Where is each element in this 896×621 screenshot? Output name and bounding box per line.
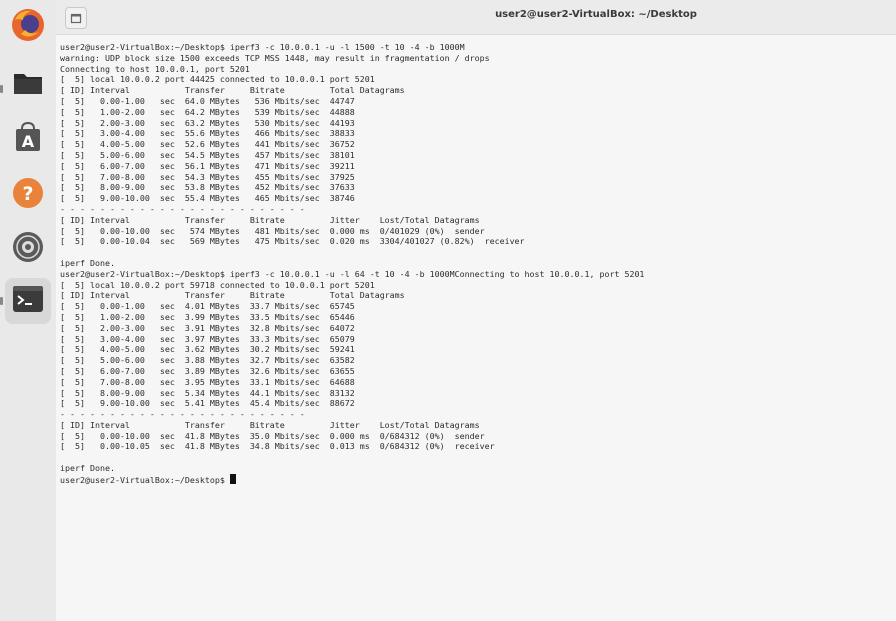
svg-text:A: A [22, 132, 35, 151]
dock-running-indicator [0, 297, 3, 305]
terminal-icon [12, 285, 44, 317]
dock-help[interactable]: ? [5, 172, 51, 218]
dock-files[interactable] [5, 62, 51, 108]
title-bar[interactable]: user2@user2-VirtualBox: ~/Desktop [56, 0, 896, 35]
new-tab-button[interactable] [65, 7, 87, 29]
disc-icon [10, 229, 46, 269]
dock-app-store[interactable]: A [5, 116, 51, 162]
dock-firefox[interactable] [5, 4, 51, 50]
new-tab-icon [70, 9, 82, 28]
help-icon: ? [10, 175, 46, 215]
firefox-icon [9, 6, 47, 48]
dock-disc[interactable] [5, 226, 51, 272]
app-store-icon: A [10, 119, 46, 159]
folder-icon [10, 65, 46, 105]
terminal-window[interactable]: user2@user2-VirtualBox: ~/Desktop user2@… [56, 0, 896, 621]
dock: A ? [0, 0, 56, 621]
dock-running-indicator [0, 85, 3, 93]
svg-text:?: ? [22, 183, 33, 205]
window-title: user2@user2-VirtualBox: ~/Desktop [495, 9, 697, 20]
dock-terminal[interactable] [5, 278, 51, 324]
prompt: user2@user2-VirtualBox:~/Desktop$ [60, 474, 230, 485]
terminal-output[interactable]: user2@user2-VirtualBox:~/Desktop$ iperf3… [60, 42, 644, 486]
output-text: user2@user2-VirtualBox:~/Desktop$ iperf3… [60, 42, 645, 474]
text-cursor [229, 473, 236, 484]
